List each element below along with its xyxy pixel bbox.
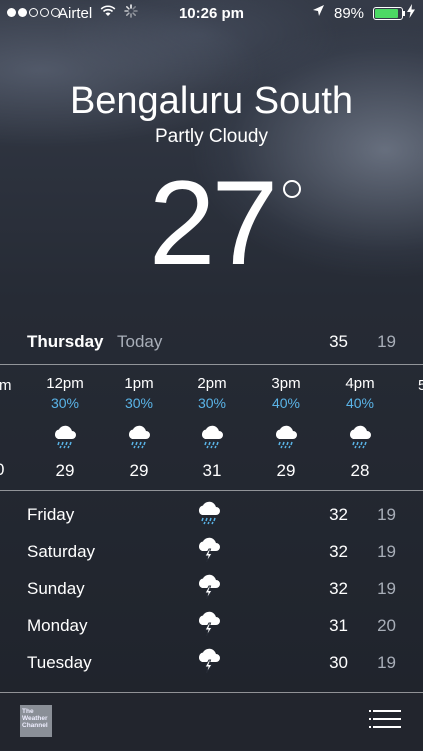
hourly-time: 12pm <box>46 375 84 392</box>
location-arrow-icon <box>312 4 325 20</box>
hourly-item: 2pm 30% 31 <box>182 375 242 481</box>
bottom-toolbar <box>0 692 423 751</box>
hourly-temp: 29 <box>55 461 75 480</box>
rain-chance: 40% <box>271 395 301 411</box>
rain-cloud-icon <box>196 500 222 531</box>
day-name: Monday <box>27 616 88 635</box>
day-high-temp: 32 <box>329 579 348 598</box>
rain-chance: 40% <box>345 395 375 411</box>
hourly-partial-time-left: m <box>0 377 12 394</box>
today-day-name: Thursday <box>27 332 104 351</box>
battery-icon <box>373 7 403 20</box>
hourly-item: 12pm 30% 29 <box>35 375 95 481</box>
today-low-temp: 19 <box>377 332 396 351</box>
thunder-cloud-icon <box>196 611 222 642</box>
day-high-temp: 30 <box>329 653 348 672</box>
daily-forecast-list[interactable]: Friday 32 19 Saturday 32 19 Sunday 32 19… <box>0 497 423 692</box>
rain-cloud-icon <box>330 417 390 457</box>
rain-chance: 30% <box>50 395 80 411</box>
hourly-partial-temp-left: 0 <box>0 460 4 480</box>
day-name: Saturday <box>27 542 96 561</box>
hourly-item: 1pm 30% 29 <box>109 375 169 481</box>
city-name: Bengaluru South <box>69 80 354 122</box>
hourly-time: 1pm <box>124 375 154 392</box>
rain-cloud-icon <box>182 417 242 457</box>
status-bar: Airtel 10:26 pm 89% <box>0 0 423 28</box>
hourly-temp: 31 <box>202 461 222 480</box>
daily-row-saturday: Saturday 32 19 <box>0 534 423 571</box>
hourly-partial-time-right: 5 <box>418 377 423 394</box>
day-low-temp: 19 <box>377 542 396 561</box>
day-low-temp: 19 <box>377 579 396 598</box>
list-icon[interactable] <box>369 710 401 734</box>
day-name: Tuesday <box>27 653 92 672</box>
daily-row-friday: Friday 32 19 <box>0 497 423 534</box>
day-high-temp: 32 <box>329 505 348 524</box>
rain-chance: 30% <box>197 395 227 411</box>
hourly-item: 4pm 40% 28 <box>330 375 390 481</box>
charging-bolt-icon <box>407 4 415 21</box>
thunder-cloud-icon <box>196 537 222 568</box>
day-low-temp: 20 <box>377 616 396 635</box>
today-label: Today <box>117 332 163 351</box>
day-low-temp: 19 <box>377 653 396 672</box>
today-high-temp: 35 <box>329 332 348 351</box>
rain-cloud-icon <box>35 417 95 457</box>
hourly-temp: 29 <box>129 461 149 480</box>
thunder-cloud-icon <box>196 574 222 605</box>
day-name: Sunday <box>27 579 85 598</box>
day-high-temp: 32 <box>329 542 348 561</box>
today-summary-row: Thursday Today 35 19 <box>0 328 423 358</box>
rain-chance: 30% <box>124 395 154 411</box>
day-high-temp: 31 <box>329 616 348 635</box>
degree-symbol <box>283 180 301 198</box>
daily-row-monday: Monday 31 20 <box>0 608 423 645</box>
daily-row-sunday: Sunday 32 19 <box>0 571 423 608</box>
hourly-temp: 28 <box>350 461 370 480</box>
hourly-temp: 29 <box>276 461 296 480</box>
daily-row-tuesday: Tuesday 30 19 <box>0 645 423 682</box>
hourly-time: 2pm <box>197 375 227 392</box>
hourly-item: 3pm 40% 29 <box>256 375 316 481</box>
rain-cloud-icon <box>0 425 4 443</box>
current-temperature: 27 <box>148 156 278 290</box>
hourly-time: 3pm <box>271 375 301 392</box>
hourly-time: 4pm <box>345 375 375 392</box>
thunder-cloud-icon <box>196 648 222 679</box>
day-name: Friday <box>27 505 75 524</box>
battery-percentage: 89% <box>334 5 365 22</box>
divider <box>0 490 423 491</box>
weather-condition: Partly Cloudy <box>155 126 268 147</box>
day-low-temp: 19 <box>377 505 396 524</box>
rain-cloud-icon <box>109 417 169 457</box>
weather-channel-logo[interactable]: The Weather Channel <box>20 705 52 737</box>
rain-cloud-icon <box>256 417 316 457</box>
